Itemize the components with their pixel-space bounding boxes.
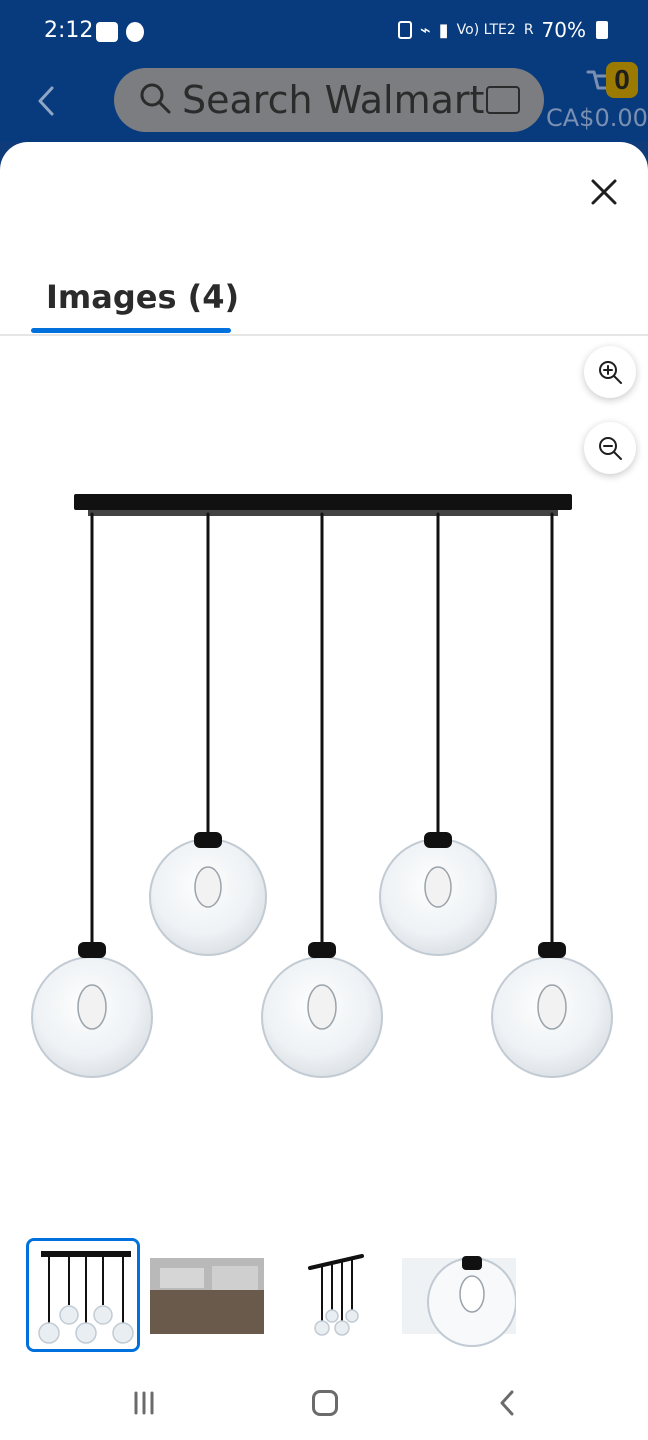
signal-icon: ▮ bbox=[438, 19, 449, 41]
barcode-icon[interactable] bbox=[486, 86, 520, 114]
cart-total: CA$0.00 bbox=[546, 104, 648, 132]
system-nav-bar bbox=[0, 1364, 648, 1440]
home-icon[interactable] bbox=[312, 1390, 338, 1416]
battery-text: 70% bbox=[541, 18, 586, 42]
recent-apps-icon[interactable] bbox=[130, 1390, 158, 1416]
search-bar[interactable]: Search Walmart bbox=[114, 68, 544, 132]
battery-icon bbox=[596, 21, 608, 39]
tab-divider bbox=[0, 334, 648, 336]
tab-images[interactable]: Images (4) bbox=[46, 278, 239, 316]
paytm-icon bbox=[96, 22, 118, 42]
thumbnail-3[interactable] bbox=[276, 1238, 390, 1352]
lock-icon bbox=[397, 21, 412, 39]
thumbnail-1[interactable] bbox=[26, 1238, 140, 1352]
back-icon[interactable] bbox=[496, 1388, 516, 1418]
status-time: 2:12 bbox=[44, 18, 94, 43]
close-icon[interactable] bbox=[588, 176, 620, 208]
cart-count-badge: 0 bbox=[606, 62, 638, 98]
tab-underline bbox=[31, 328, 231, 333]
back-chevron-icon[interactable] bbox=[34, 84, 58, 118]
image-viewer-sheet: Images (4) bbox=[0, 142, 648, 1440]
status-bar: 2:12 ⌁ ▮ Vo) LTE2 R 70% bbox=[0, 0, 648, 62]
thumbnail-2[interactable] bbox=[150, 1238, 264, 1352]
main-product-image[interactable] bbox=[0, 472, 648, 1232]
thumbnail-strip bbox=[0, 1238, 648, 1358]
thumbnail-4[interactable] bbox=[402, 1238, 516, 1352]
wifi-icon: ⌁ bbox=[419, 19, 431, 41]
zoom-in-button[interactable] bbox=[584, 346, 636, 398]
search-placeholder: Search Walmart bbox=[182, 78, 485, 122]
zoom-in-icon bbox=[599, 361, 622, 384]
search-icon bbox=[138, 81, 172, 120]
zoom-out-icon bbox=[599, 437, 622, 460]
roaming-text: R bbox=[523, 22, 534, 38]
app-header: Search Walmart 0 CA$0.00 bbox=[0, 62, 648, 142]
status-right: ⌁ ▮ Vo) LTE2 R 70% bbox=[397, 18, 608, 42]
network-text: Vo) LTE2 bbox=[456, 22, 516, 38]
zoom-out-button[interactable] bbox=[584, 422, 636, 474]
parking-icon bbox=[126, 22, 144, 42]
cart[interactable]: 0 CA$0.00 bbox=[546, 62, 648, 142]
